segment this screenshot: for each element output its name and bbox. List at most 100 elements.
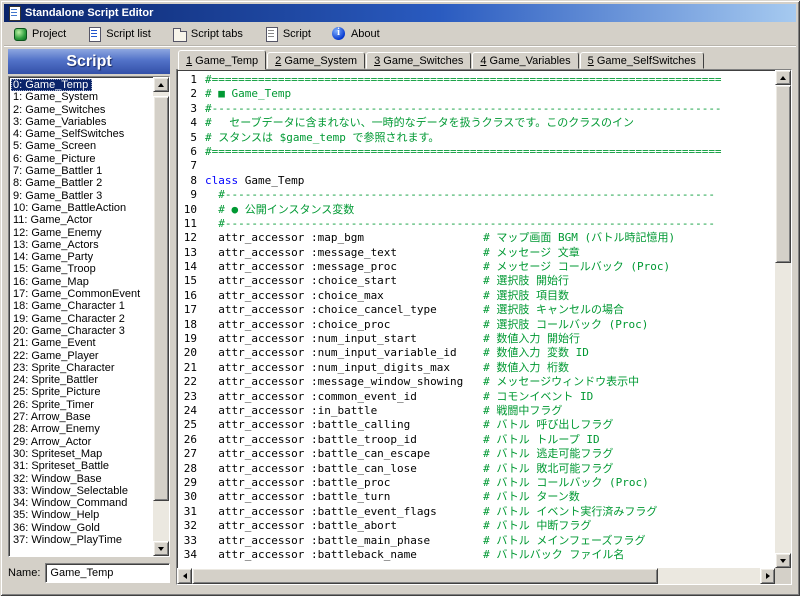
script-list-item[interactable]: 33: Window_Selectable [11,485,132,497]
code-segment-com: # メッセージウィンドウ表示中 [483,375,639,389]
script-list-item[interactable]: 35: Window_Help [11,509,103,521]
script-list-item[interactable]: 23: Sprite_Character [11,362,119,374]
code-segment-com: #---------------------------------------… [205,188,715,202]
scroll-thumb[interactable] [775,85,791,263]
scroll-left-button[interactable] [177,568,192,584]
code-line: 12 attr_accessor :map_bgm # マップ画面 BGM (バ… [179,231,775,245]
script-list-item[interactable]: 27: Arrow_Base [11,411,95,423]
about-icon [331,26,347,42]
editor-panel: 1 Game_Temp2 Game_System3 Game_Switches4… [176,49,792,585]
script-list-item[interactable]: 24: Sprite_Battler [11,374,102,386]
code-segment-code: attr_accessor :battle_main_phase [205,534,483,548]
script-list-item[interactable]: 28: Arrow_Enemy [11,423,104,435]
script-list-item[interactable]: 30: Spriteset_Map [11,448,106,460]
code-segment-com: # バトルバック ファイル名 [483,548,624,562]
toolbar-button-script[interactable]: Script [261,25,313,43]
script-list-item[interactable]: 4: Game_SelfSwitches [11,128,128,140]
code-segment-code: attr_accessor :battle_troop_id [205,433,483,447]
script-list-item[interactable]: 3: Game_Variables [11,116,110,128]
script-list-item[interactable]: 12: Game_Enemy [11,227,106,239]
script-list-item[interactable]: 8: Game_Battler 2 [11,177,106,189]
code-segment-code: attr_accessor :choice_cancel_type [205,303,483,317]
script-list-item[interactable]: 15: Game_Troop [11,263,100,275]
code-segment-com: # 数値入力 桁数 [483,361,569,375]
script-list[interactable]: 0: Game_Temp1: Game_System2: Game_Switch… [9,77,153,556]
toolbar-button-project[interactable]: Project [10,25,68,43]
script-list-item[interactable]: 13: Game_Actors [11,239,103,251]
line-number: 30 [179,490,205,504]
line-number: 22 [179,375,205,389]
tab-game_selfswitches[interactable]: 5 Game_SelfSwitches [580,52,704,69]
script-list-item[interactable]: 36: Window_Gold [11,522,104,534]
code-segment-code: attr_accessor :battleback_name [205,548,483,562]
scroll-track[interactable] [192,568,760,584]
editor-horizontal-scrollbar[interactable] [177,568,775,584]
scroll-thumb[interactable] [192,568,658,584]
code-line: 32 attr_accessor :battle_abort # バトル 中断フ… [179,519,775,533]
code-line: 26 attr_accessor :battle_troop_id # バトル … [179,433,775,447]
tab-game_temp[interactable]: 1 Game_Temp [178,50,266,70]
script-list-item[interactable]: 18: Game_Character 1 [11,300,129,312]
script-list-item[interactable]: 17: Game_CommonEvent [11,288,144,300]
script-list-item[interactable]: 16: Game_Map [11,276,93,288]
script-list-item[interactable]: 26: Sprite_Timer [11,399,98,411]
script-list-item[interactable]: 7: Game_Battler 1 [11,165,106,177]
line-number: 28 [179,462,205,476]
code-segment-com: #=======================================… [205,73,722,87]
script-list-item[interactable]: 31: Spriteset_Battle [11,460,113,472]
tab-game_system[interactable]: 2 Game_System [267,52,365,69]
code-area[interactable]: 1#======================================… [177,70,775,568]
title-bar[interactable]: Standalone Script Editor [4,4,796,22]
script-name-input[interactable] [45,563,170,583]
script-list-item[interactable]: 11: Game_Actor [11,214,96,226]
code-segment-code: attr_accessor :common_event_id [205,390,483,404]
script-list-item[interactable]: 6: Game_Picture [11,153,100,165]
toolbar-button-label: About [351,28,380,40]
tab-game_variables[interactable]: 4 Game_Variables [472,52,578,69]
tab-game_switches[interactable]: 3 Game_Switches [366,52,471,69]
scroll-up-button[interactable] [153,77,169,92]
script-list-item[interactable]: 5: Game_Screen [11,140,100,152]
scroll-track[interactable] [775,85,791,553]
scroll-track[interactable] [153,92,169,541]
script-list-item[interactable]: 0: Game_Temp [11,79,92,91]
line-number: 7 [179,159,205,173]
code-segment-code: attr_accessor :choice_start [205,274,483,288]
editor-vertical-scrollbar[interactable] [775,70,791,568]
script-listbox: 0: Game_Temp1: Game_System2: Game_Switch… [8,76,170,557]
line-number: 23 [179,390,205,404]
code-line: 31 attr_accessor :battle_event_flags # バ… [179,505,775,519]
toolbar-button-script-list[interactable]: Script list [84,25,153,43]
script-list-item[interactable]: 20: Game_Character 3 [11,325,129,337]
toolbar-button-about[interactable]: About [329,25,382,43]
line-number: 2 [179,87,205,101]
toolbar-button-script-tabs[interactable]: Script tabs [169,25,245,43]
script-list-item[interactable]: 1: Game_System [11,91,102,103]
arrow-down-icon [780,559,786,563]
script-list-item[interactable]: 25: Sprite_Picture [11,386,104,398]
code-segment-com: # ■ Game_Temp [205,87,291,101]
script-list-item[interactable]: 2: Game_Switches [11,104,109,116]
scroll-thumb[interactable] [153,96,169,500]
code-line: 7 [179,159,775,173]
script-list-item[interactable]: 14: Game_Party [11,251,97,263]
script-list-item[interactable]: 32: Window_Base [11,473,106,485]
script-list-item[interactable]: 29: Arrow_Actor [11,436,95,448]
script-list-item[interactable]: 22: Game_Player [11,350,103,362]
script-list-item[interactable]: 37: Window_PlayTime [11,534,126,546]
script-list-item[interactable]: 21: Game_Event [11,337,100,349]
script-list-item[interactable]: 9: Game_Battler 3 [11,190,106,202]
scroll-up-button[interactable] [775,70,791,85]
code-line: 27 attr_accessor :battle_can_escape # バト… [179,447,775,461]
code-segment-com: # 選択肢 キャンセルの場合 [483,303,624,317]
script-list-item[interactable]: 10: Game_BattleAction [11,202,130,214]
script-list-item[interactable]: 34: Window_Command [11,497,131,509]
scroll-down-button[interactable] [153,541,169,556]
script-list-scrollbar[interactable] [153,77,169,556]
scroll-right-button[interactable] [760,568,775,584]
script-list-item[interactable]: 19: Game_Character 2 [11,313,129,325]
scroll-down-button[interactable] [775,553,791,568]
line-number: 12 [179,231,205,245]
line-number: 31 [179,505,205,519]
line-number: 15 [179,274,205,288]
